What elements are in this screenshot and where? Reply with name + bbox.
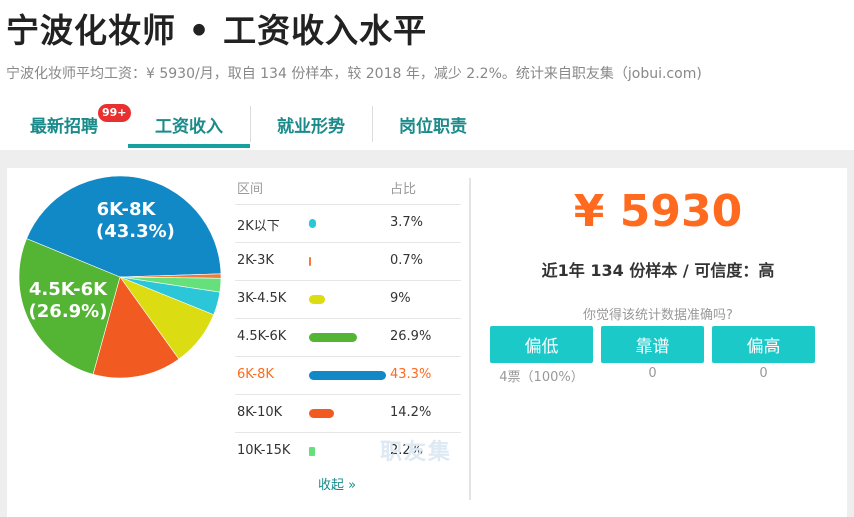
average-salary: ¥ 5930 xyxy=(573,186,743,237)
vote-high-button[interactable]: 偏高 xyxy=(712,326,815,363)
row-bar xyxy=(309,219,316,228)
row-bar xyxy=(309,295,325,304)
tab-label: 最新招聘 xyxy=(30,116,98,137)
row-percent: 0.7% xyxy=(390,253,424,268)
pie-label-range: 6K-8K xyxy=(96,199,156,220)
sample-info: 近1年 134 份样本 / 可信度：高 xyxy=(541,261,775,280)
table-row: 3K-4.5K 9% xyxy=(235,280,461,318)
vote-accurate-button[interactable]: 靠谱 xyxy=(601,326,704,363)
new-count-badge: 99+ xyxy=(98,104,131,122)
vote-high-count: 0 xyxy=(759,366,768,381)
watermark: 职友集 xyxy=(380,440,453,465)
tab-bar: 最新招聘 99+ 工资收入 就业形势 岗位职责 xyxy=(0,100,854,150)
tab-label: 工资收入 xyxy=(155,116,223,137)
tab-employment[interactable]: 就业形势 xyxy=(250,100,372,148)
vote-accurate-count: 0 xyxy=(648,366,657,381)
row-range-label: 3K-4.5K xyxy=(237,291,287,306)
row-percent: 9% xyxy=(390,291,411,306)
tab-duties[interactable]: 岗位职责 xyxy=(372,100,494,148)
table-row: 6K-8K 43.3% xyxy=(235,356,461,394)
page-title: 宁波化妆师 • 工资收入水平 xyxy=(6,11,428,50)
row-percent: 26.9% xyxy=(390,329,432,344)
tab-label: 就业形势 xyxy=(277,116,345,137)
row-bar xyxy=(309,333,357,342)
pie-label-pct: (26.9%) xyxy=(28,301,108,322)
row-range-label: 2K-3K xyxy=(237,253,274,268)
row-bar xyxy=(309,371,386,380)
pie-label-pct: (43.3%) xyxy=(96,221,175,242)
pie-label-range: 4.5K-6K xyxy=(28,279,108,300)
accuracy-question: 你觉得该统计数据准确吗? xyxy=(583,308,733,323)
table-row: 4.5K-6K 26.9% xyxy=(235,318,461,356)
row-bar xyxy=(309,409,335,418)
row-range-label: 6K-8K xyxy=(237,367,274,382)
collapse-link[interactable]: 收起 » xyxy=(318,474,356,493)
row-range-label: 2K以下 xyxy=(237,219,280,234)
row-bar xyxy=(309,257,311,266)
column-header-percent: 占比 xyxy=(390,182,417,197)
tab-salary[interactable]: 工资收入 xyxy=(128,100,250,148)
active-tab-indicator xyxy=(128,144,250,148)
table-row: 2K以下 3.7% xyxy=(235,204,461,242)
page-subtitle: 宁波化妆师平均工资：¥ 5930/月，取自 134 份样本，较 2018 年，减… xyxy=(6,66,702,82)
row-range-label: 8K-10K xyxy=(237,405,283,420)
row-percent: 14.2% xyxy=(390,405,432,420)
vote-low-button[interactable]: 偏低 xyxy=(490,326,593,363)
tab-label: 岗位职责 xyxy=(399,116,467,137)
row-range-label: 4.5K-6K xyxy=(237,329,287,344)
vote-low-count: 4票（100%） xyxy=(499,370,584,385)
row-range-label: 10K-15K xyxy=(237,443,291,458)
table-row: 2K-3K 0.7% xyxy=(235,242,461,280)
table-row: 8K-10K 14.2% xyxy=(235,394,461,432)
row-percent: 43.3% xyxy=(390,367,432,382)
row-bar xyxy=(309,447,316,456)
row-percent: 3.7% xyxy=(390,215,424,230)
pie-label-left: 4.5K-6K (26.9%) xyxy=(26,279,110,323)
pie-label-top: 6K-8K (43.3%) xyxy=(96,199,175,243)
column-header-range: 区间 xyxy=(237,182,264,197)
